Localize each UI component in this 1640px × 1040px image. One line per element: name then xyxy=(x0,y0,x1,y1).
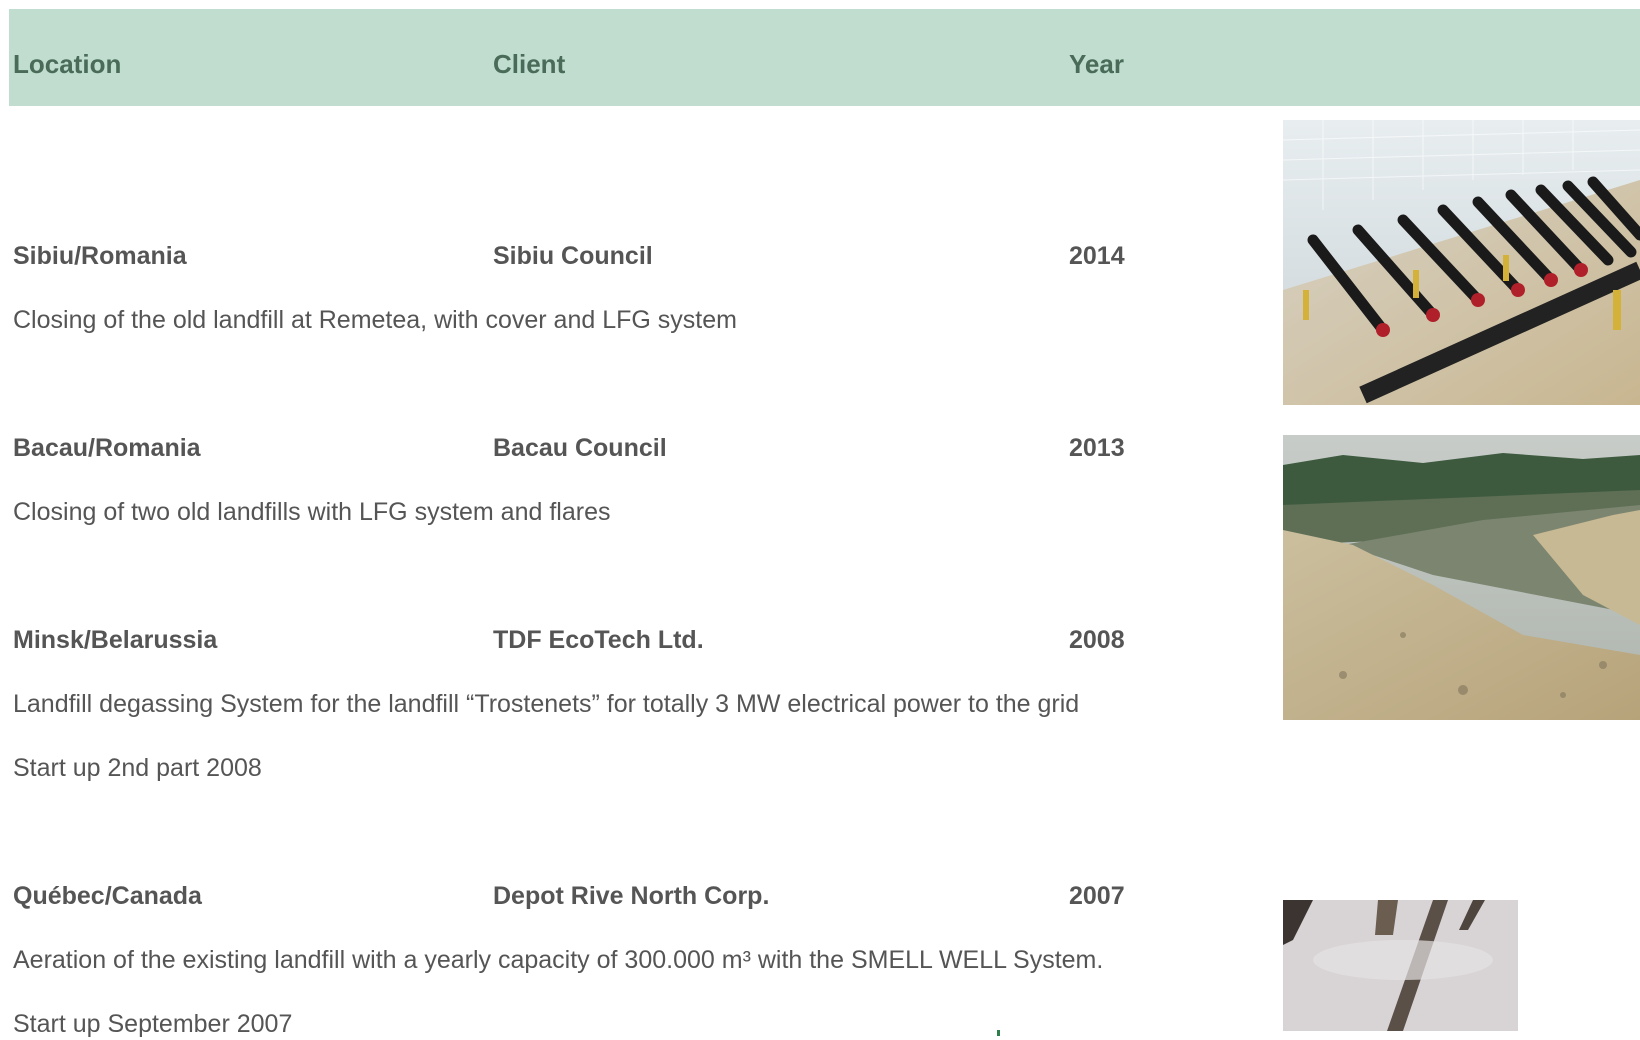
snow-posts-photo xyxy=(1283,900,1518,1031)
header-year: Year xyxy=(1069,49,1124,79)
project-description: Closing of two old landfills with LFG sy… xyxy=(13,498,611,526)
landfill-slope-photo xyxy=(1283,435,1640,720)
project-description-line2: Start up 2nd part 2008 xyxy=(13,754,262,782)
project-year: 2013 xyxy=(1069,434,1125,462)
project-client: Bacau Council xyxy=(493,434,667,462)
project-location: Québec/Canada xyxy=(13,882,202,910)
project-location: Bacau/Romania xyxy=(13,434,201,462)
project-description: Landfill degassing System for the landfi… xyxy=(13,690,1080,718)
project-year: 2008 xyxy=(1069,626,1125,654)
project-client: TDF EcoTech Ltd. xyxy=(493,626,704,654)
header-client: Client xyxy=(493,49,566,79)
project-description: Closing of the old landfill at Remetea, … xyxy=(13,306,737,334)
project-location: Sibiu/Romania xyxy=(13,242,187,270)
project-location: Minsk/Belarussia xyxy=(13,626,218,654)
project-client: Sibiu Council xyxy=(493,242,653,270)
table-header-bar xyxy=(9,9,1640,106)
project-client: Depot Rive North Corp. xyxy=(493,882,770,910)
project-description: Aeration of the existing landfill with a… xyxy=(13,946,1104,974)
project-year: 2014 xyxy=(1069,242,1125,270)
project-description-line2: Start up September 2007 xyxy=(13,1010,293,1038)
project-year: 2007 xyxy=(1069,882,1125,910)
scroll-indicator xyxy=(997,1030,1000,1036)
header-location: Location xyxy=(13,49,122,79)
gas-pipe-manifold-photo xyxy=(1283,120,1640,405)
